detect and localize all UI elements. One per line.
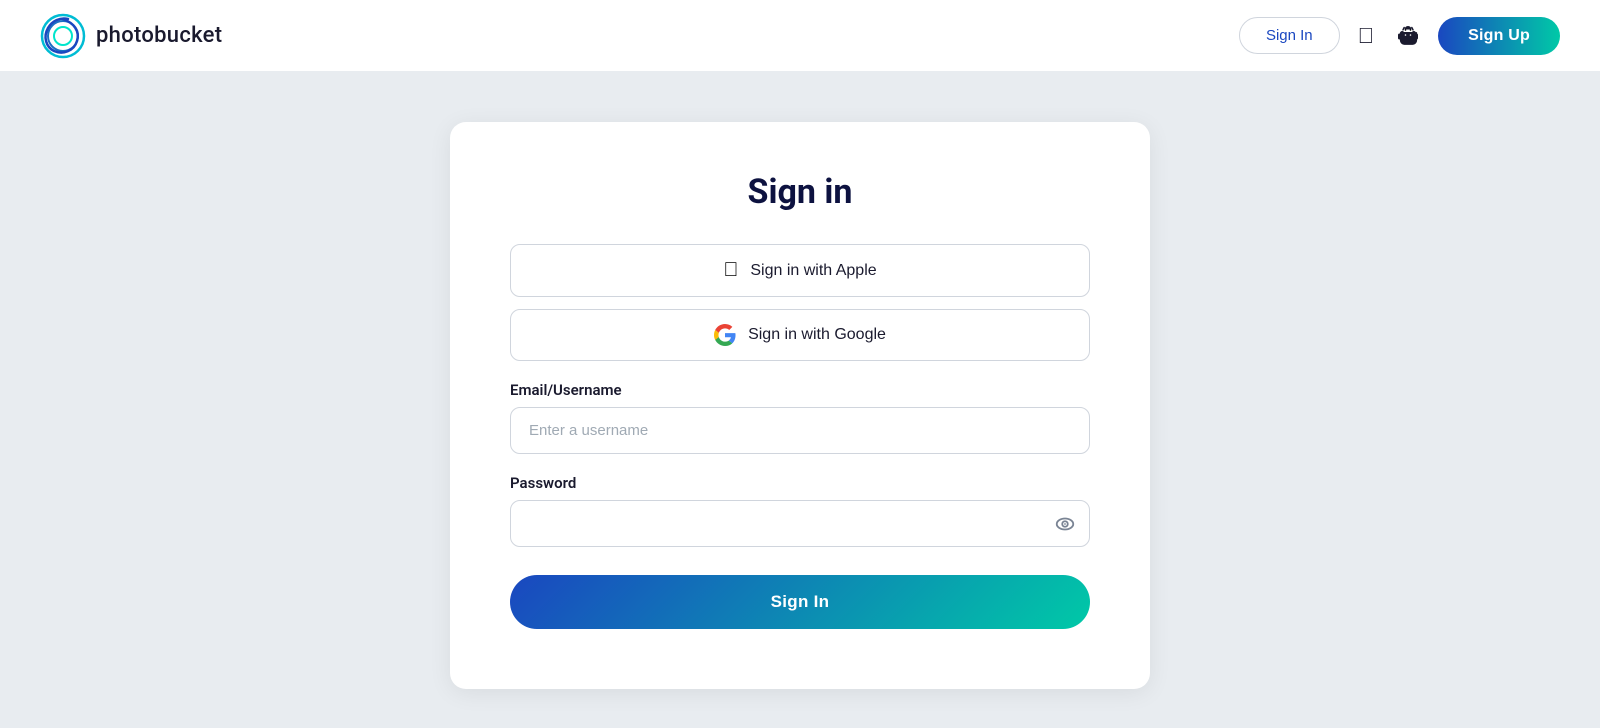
toggle-password-button[interactable] [1054, 513, 1076, 535]
email-field-group: Email/Username [510, 381, 1090, 454]
password-field-group: Password [510, 474, 1090, 547]
sign-in-google-label: Sign in with Google [748, 326, 886, 344]
sign-in-apple-label: Sign in with Apple [750, 262, 876, 280]
sign-in-apple-button[interactable]:  Sign in with Apple [510, 244, 1090, 297]
divider [510, 373, 1090, 381]
header: photobucket Sign In  Sign Up [0, 0, 1600, 72]
signin-card: Sign in  Sign in with Apple Sign in wit… [450, 122, 1150, 689]
eye-icon [1054, 513, 1076, 535]
logo-text: photobucket [96, 23, 222, 48]
email-input[interactable] [510, 407, 1090, 454]
android-nav-button[interactable] [1392, 20, 1424, 52]
apple-nav-button[interactable]:  [1354, 19, 1379, 53]
logo-icon [40, 13, 86, 59]
signin-submit-button[interactable]: Sign In [510, 575, 1090, 629]
header-sign-up-button[interactable]: Sign Up [1438, 17, 1560, 55]
apple-nav-icon:  [1358, 23, 1375, 49]
password-input[interactable] [510, 500, 1090, 547]
sign-in-google-button[interactable]: Sign in with Google [510, 309, 1090, 361]
password-wrapper [510, 500, 1090, 547]
header-sign-in-button[interactable]: Sign In [1239, 17, 1340, 54]
apple-icon:  [723, 259, 738, 282]
google-icon [714, 324, 736, 346]
main-content: Sign in  Sign in with Apple Sign in wit… [0, 72, 1600, 728]
signin-title: Sign in [510, 172, 1090, 212]
android-icon [1396, 24, 1420, 48]
password-label: Password [510, 474, 1090, 492]
email-label: Email/Username [510, 381, 1090, 399]
logo[interactable]: photobucket [40, 13, 222, 59]
header-right: Sign In  Sign Up [1239, 17, 1560, 55]
